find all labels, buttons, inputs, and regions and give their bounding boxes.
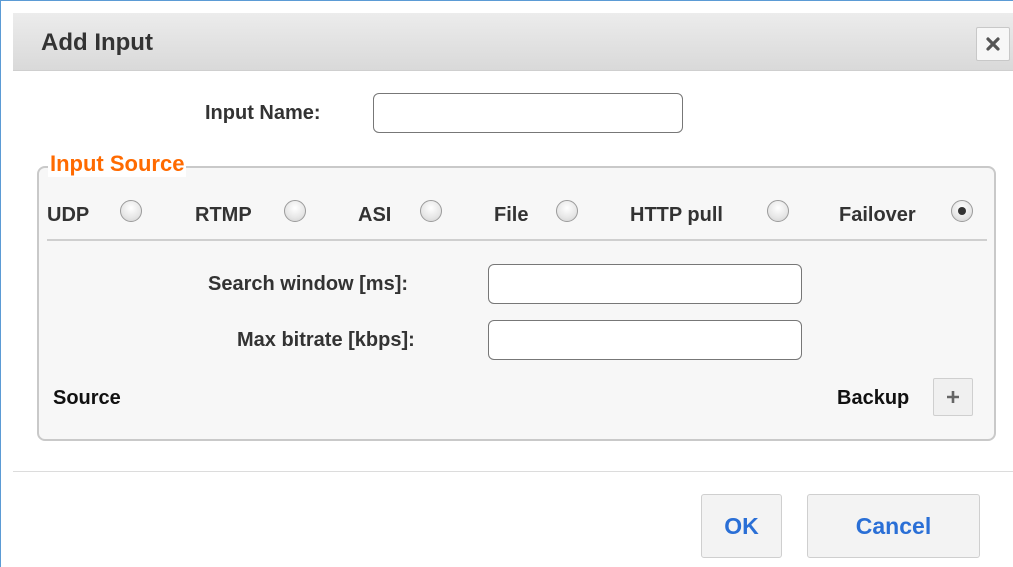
footer-divider [13, 471, 1013, 472]
radio-udp[interactable] [120, 200, 142, 222]
radio-label-udp: UDP [47, 204, 90, 226]
ok-button[interactable]: OK [701, 494, 782, 558]
add-backup-button[interactable] [933, 378, 973, 416]
input-name-field[interactable] [373, 93, 683, 133]
radio-file[interactable] [556, 200, 578, 222]
search-window-field[interactable] [488, 264, 802, 304]
radio-rtmp[interactable] [284, 200, 306, 222]
radio-failover[interactable] [951, 200, 973, 222]
input-source-legend: Input Source [48, 151, 187, 177]
dialog-title: Add Input [41, 29, 153, 56]
radio-label-file: File [494, 204, 529, 226]
radio-label-rtmp: RTMP [195, 204, 252, 226]
radio-label-asi: ASI [358, 204, 392, 226]
source-label: Source [53, 387, 121, 409]
close-button[interactable] [976, 27, 1010, 61]
backup-label: Backup [837, 387, 910, 409]
plus-icon [947, 391, 959, 403]
search-window-label: Search window [ms]: [208, 273, 409, 295]
cancel-button[interactable]: Cancel [807, 494, 980, 558]
max-bitrate-label: Max bitrate [kbps]: [237, 329, 415, 351]
source-divider [47, 239, 987, 241]
max-bitrate-field[interactable] [488, 320, 802, 360]
radio-label-failover: Failover [839, 204, 916, 226]
add-input-dialog: Add Input Input Name: Input Source UDP R… [0, 0, 1013, 567]
input-name-label: Input Name: [205, 102, 321, 124]
dialog-titlebar: Add Input [13, 13, 1013, 71]
radio-http-pull[interactable] [767, 200, 789, 222]
radio-label-http-pull: HTTP pull [630, 204, 723, 226]
radio-asi[interactable] [420, 200, 442, 222]
close-icon [986, 37, 1000, 51]
